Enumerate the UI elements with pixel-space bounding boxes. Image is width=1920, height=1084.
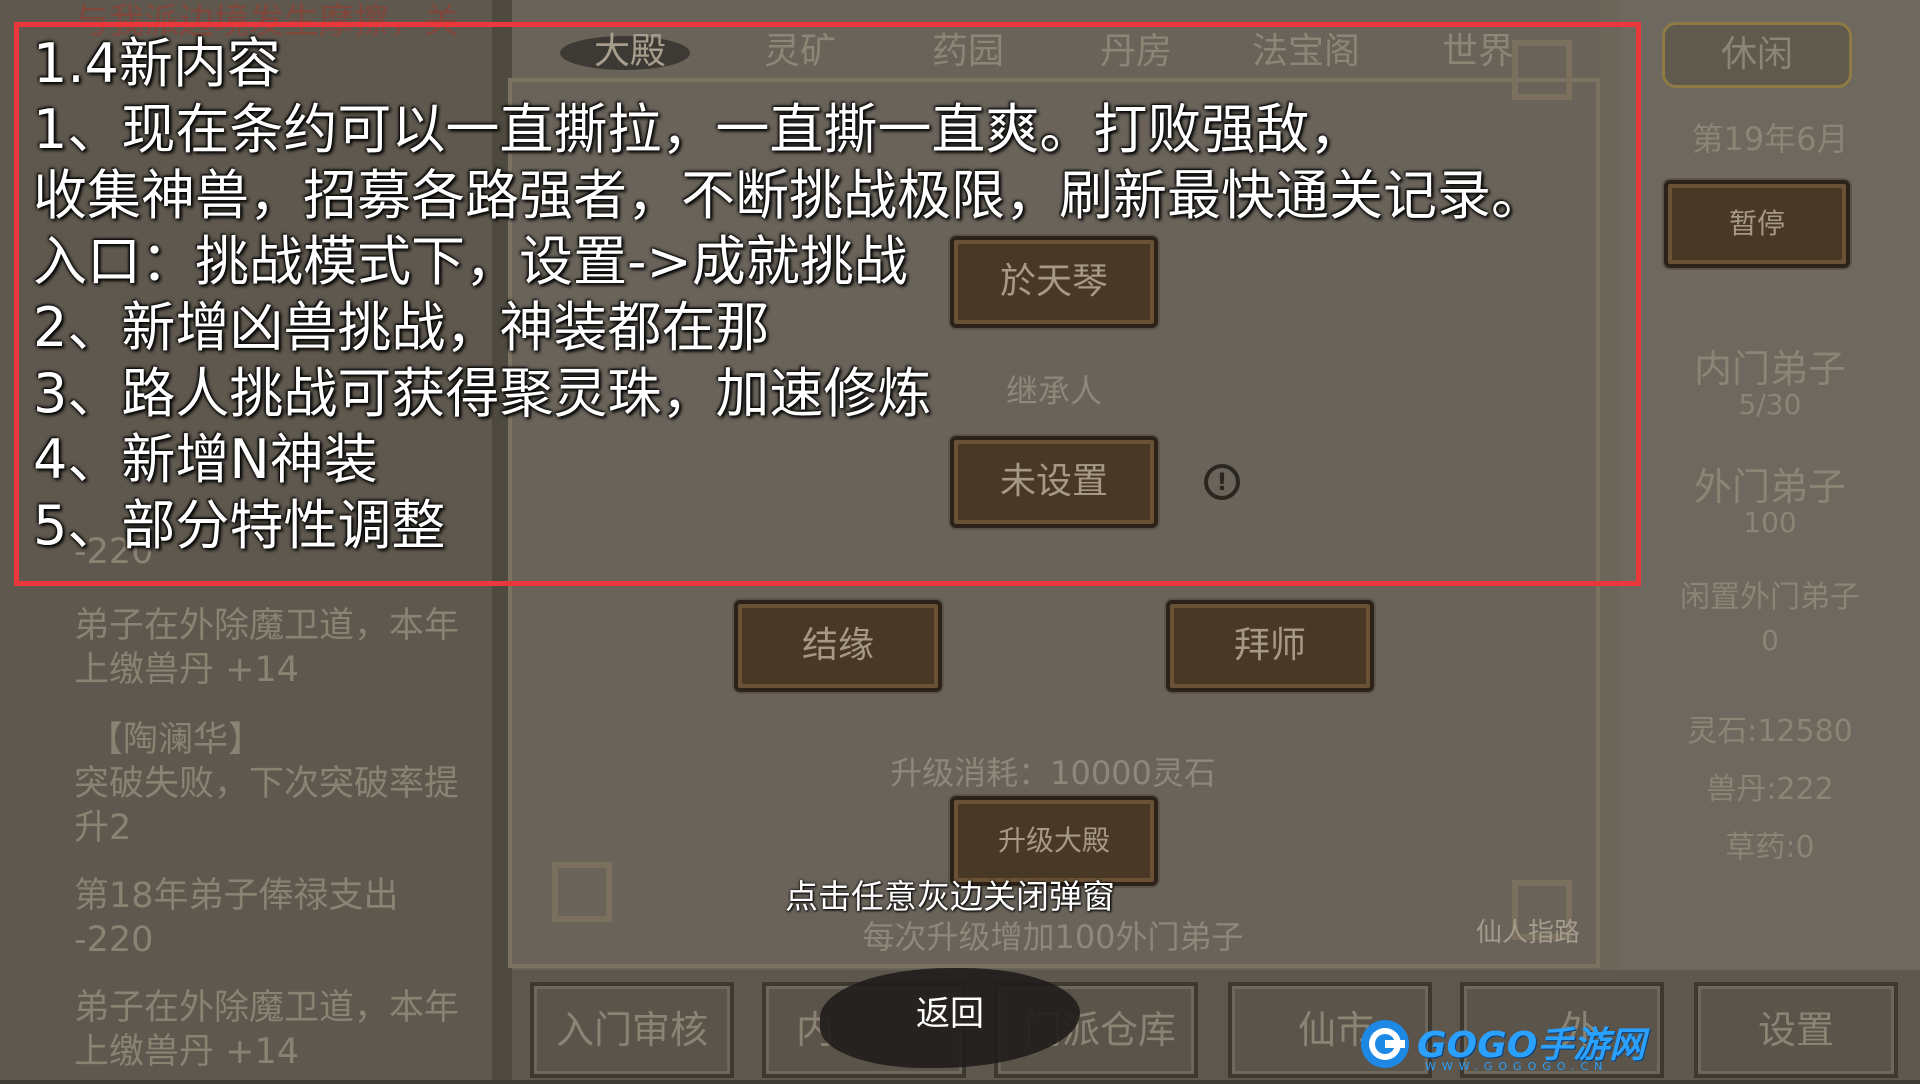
admission-review-button[interactable]: 入门审核 — [530, 982, 734, 1078]
apprentice-button[interactable]: 拜师 — [1166, 600, 1374, 692]
pause-button[interactable]: 暂停 — [1664, 180, 1850, 268]
inner-disciple-count: 5/30 — [1738, 388, 1802, 421]
notice-title: 1.4新内容 — [33, 32, 281, 95]
inner-disciple-label: 内门弟子 — [1693, 347, 1846, 391]
spirit-stone-count: 灵石:12580 — [1687, 714, 1853, 749]
beast-pill-count: 兽丹:222 — [1706, 772, 1834, 807]
log-entry: 弟子在外除魔卫道，本年上缴兽丹 +14 — [74, 606, 460, 690]
notice-line: 3、路人挑战可获得聚灵珠，加速修炼 — [33, 362, 932, 425]
log-entry: 突破失败，下次突破率提升2 — [74, 764, 460, 848]
notice-line: 5、部分特性调整 — [33, 494, 446, 557]
idle-disciple-label: 闲置外门弟子 — [1680, 580, 1860, 615]
notice-line: 入口：挑战模式下，设置->成就挑战 — [33, 230, 908, 293]
sect-status-panel: 休闲 第19年6月 暂停 内门弟子 5/30 外门弟子 100 闲置外门弟子 0… — [1620, 0, 1920, 970]
notice-line: 2、新增凶兽挑战，神装都在那 — [33, 296, 770, 359]
notice-line: 1、现在条约可以一直撕拉，一直撕一直爽。打败强敌， — [33, 98, 1364, 161]
mode-button[interactable]: 休闲 — [1662, 22, 1852, 88]
upgrade-cost-label: 升级消耗：10000灵石 — [890, 754, 1216, 792]
guide-hint-label[interactable]: 仙人指路 — [1448, 912, 1608, 949]
back-button[interactable]: 返回 — [880, 984, 1020, 1044]
marry-button[interactable]: 结缘 — [734, 600, 942, 692]
settings-button[interactable]: 设置 — [1694, 982, 1898, 1078]
fret-ornament — [552, 862, 612, 922]
game-date: 第19年6月 — [1691, 120, 1849, 158]
herb-count: 草药:0 — [1725, 830, 1815, 865]
close-popup-hint: 点击任意灰边关闭弹窗 — [785, 877, 1115, 916]
mode-button-label: 休闲 — [1720, 34, 1793, 75]
notice-line: 收集神兽，招募各路强者，不断挑战极限，刷新最快通关记录。 — [33, 164, 1545, 227]
update-notice-popup[interactable]: 1.4新内容 1、现在条约可以一直撕拉，一直撕一直爽。打败强敌， 收集神兽，招募… — [14, 22, 1641, 586]
notice-line: 4、新增N神装 — [33, 428, 378, 491]
outer-disciple-count: 100 — [1743, 506, 1797, 539]
upgrade-note-label: 每次升级增加100外门弟子 — [862, 918, 1244, 956]
site-watermark: GOGO手游网 WWW.GOGOGO.CN — [1355, 1010, 1645, 1080]
outer-disciple-label: 外门弟子 — [1693, 465, 1846, 509]
watermark-url: WWW.GOGOGO.CN — [1425, 1060, 1609, 1073]
log-entry-name-tag: 【陶澜华】 — [88, 720, 264, 760]
log-entry: 弟子在外除魔卫道，本年上缴兽丹 +14 — [74, 988, 460, 1072]
log-entry: 第18年弟子俸禄支出 -220 — [74, 876, 399, 960]
idle-disciple-count: 0 — [1761, 624, 1779, 657]
